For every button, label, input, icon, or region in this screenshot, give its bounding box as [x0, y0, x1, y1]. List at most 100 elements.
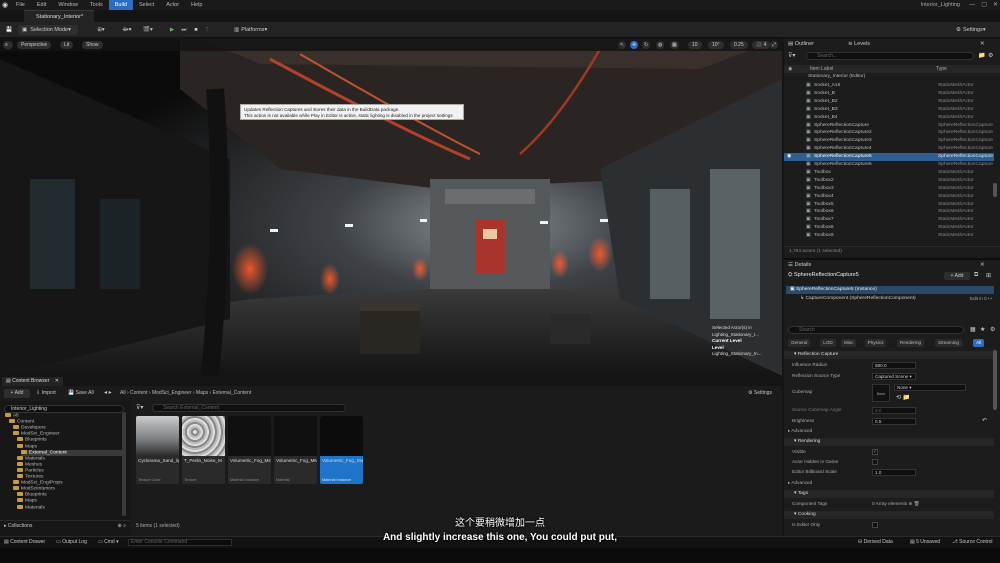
- tab-levels[interactable]: ≋ Levels: [848, 39, 870, 49]
- reset-icon[interactable]: ↶: [982, 417, 987, 424]
- filter-tab-lod[interactable]: LOD: [820, 339, 836, 347]
- camera-speed[interactable]: 🎥 4: [752, 41, 771, 49]
- unreal-logo-icon[interactable]: ◉: [0, 0, 10, 10]
- edit-cpp-link[interactable]: Edit in C++: [970, 295, 993, 303]
- close-tab-icon[interactable]: ✕: [55, 378, 59, 384]
- outliner-root-row[interactable]: Stationary_Interior (Editor): [784, 73, 994, 81]
- play-icon[interactable]: ▶: [168, 25, 176, 35]
- save-icon[interactable]: 💾: [4, 25, 14, 35]
- add-element-icon[interactable]: ⊕: [909, 501, 913, 506]
- outliner-row[interactable]: ▣ Socket_B2 StaticMeshActor: [784, 98, 994, 106]
- filter-tab-rendering[interactable]: Rendering: [896, 339, 925, 347]
- asset-tile[interactable]: Cyclorama_Sand_light_2k Texture Cube: [136, 416, 179, 484]
- add-content-icon[interactable]: ⊞▾: [92, 25, 110, 35]
- perspective-button[interactable]: Perspective: [17, 41, 52, 49]
- filter-tab-all[interactable]: All: [973, 339, 985, 347]
- outliner-search-input[interactable]: Search...: [806, 52, 974, 60]
- translate-icon[interactable]: ✥: [630, 41, 639, 49]
- tab-outliner[interactable]: ▤ Outliner: [788, 39, 814, 49]
- tree-search[interactable]: Interior_Lighting: [4, 405, 124, 413]
- show-button[interactable]: Show: [82, 41, 103, 49]
- menu-select[interactable]: Select: [133, 0, 160, 10]
- browse-icon[interactable]: ⟲ 📁: [896, 394, 910, 401]
- menu-window[interactable]: Window: [52, 0, 84, 10]
- outliner-row[interactable]: ▣ Toolbox4 StaticMeshActor: [784, 193, 994, 201]
- blueprint-icon[interactable]: ⧉: [974, 272, 978, 279]
- outliner-settings-icon[interactable]: ⚙: [988, 52, 993, 59]
- maximize-icon[interactable]: ▢: [981, 0, 987, 10]
- surface-snap-icon[interactable]: ▦: [670, 41, 679, 49]
- breadcrumb-item[interactable]: ModSci_Engineer: [152, 390, 191, 396]
- outliner-row[interactable]: ▣ Toolbox9 StaticMeshActor: [784, 232, 994, 240]
- play-options-icon[interactable]: ⋮: [203, 25, 211, 35]
- section-tags[interactable]: ▾ Tags: [784, 490, 994, 498]
- outliner-row[interactable]: ▣ Toolbox7 StaticMeshActor: [784, 216, 994, 224]
- menu-build[interactable]: Build: [108, 0, 133, 10]
- tab-details[interactable]: ☰ Details: [788, 260, 811, 270]
- outliner-row[interactable]: ▣ Toolbox6 StaticMeshActor: [784, 208, 994, 216]
- save-all-button[interactable]: 💾 Save All: [68, 389, 94, 398]
- billboard-scale-input[interactable]: 1.0: [872, 469, 916, 476]
- filter-tab-general[interactable]: General: [788, 339, 811, 347]
- outliner-row[interactable]: ▣ Toolbox5 StaticMeshActor: [784, 201, 994, 209]
- asset-tile[interactable]: Volumetric_Fog_Mstat Material Instance: [228, 416, 271, 484]
- asset-tile[interactable]: T_Perlin_Noise_M Texture: [182, 416, 225, 484]
- outliner-row[interactable]: ▣ SphereReflectionCapture SphereReflection…: [784, 122, 994, 130]
- advanced-expander[interactable]: ▸ Advanced: [788, 479, 812, 487]
- advanced-expander[interactable]: ▸ Advanced: [788, 427, 812, 435]
- asset-search-input[interactable]: Search External_Content: [152, 404, 346, 412]
- visible-checkbox[interactable]: ✓: [872, 449, 878, 455]
- folder-tree-item[interactable]: Materials: [17, 504, 45, 511]
- menu-actor[interactable]: Actor: [160, 0, 185, 10]
- column-type[interactable]: Type: [936, 65, 947, 73]
- cubemap-angle-input[interactable]: 0.0: [872, 407, 916, 414]
- filter-icon[interactable]: ⊽▾: [788, 52, 795, 59]
- outliner-row[interactable]: ▣ Socket_A16 StaticMeshActor: [784, 82, 994, 90]
- details-search-input[interactable]: Search: [788, 326, 964, 334]
- close-icon[interactable]: ✕: [993, 0, 998, 10]
- component-row[interactable]: ↳ CaptureComponent (SphereReflectionComp…: [800, 295, 916, 303]
- platforms-dropdown[interactable]: ▥ Platforms ▾: [232, 25, 278, 35]
- add-button[interactable]: + Add: [4, 389, 30, 398]
- menu-help[interactable]: Help: [185, 0, 208, 10]
- tree-scrollbar[interactable]: [122, 412, 126, 516]
- outliner-row[interactable]: ▣ Socket_B4 StaticMeshActor: [784, 114, 994, 122]
- tab-stationary-interior[interactable]: Stationary_Interior*: [24, 10, 94, 22]
- import-button[interactable]: ⇩ Import: [36, 389, 56, 398]
- minimize-icon[interactable]: —: [969, 0, 975, 10]
- close-panel-icon[interactable]: ✕: [980, 39, 985, 49]
- close-details-icon[interactable]: ✕: [980, 260, 985, 270]
- cubemap-thumbnail[interactable]: None: [872, 384, 890, 402]
- grid-snap-value[interactable]: 10: [688, 41, 702, 49]
- visibility-eye-icon[interactable]: ◉: [787, 153, 791, 161]
- menu-file[interactable]: File: [10, 0, 31, 10]
- select-mode-icon[interactable]: ↖: [618, 41, 627, 49]
- filter-icon[interactable]: ⊽▾: [136, 404, 143, 411]
- add-component-button[interactable]: + Add: [944, 272, 970, 280]
- pin-icon[interactable]: ⊞: [986, 272, 991, 279]
- breadcrumb-item[interactable]: Maps: [196, 390, 208, 396]
- brightness-input[interactable]: 0.5: [872, 418, 916, 425]
- menu-edit[interactable]: Edit: [31, 0, 52, 10]
- filter-tab-misc[interactable]: Misc: [841, 339, 857, 347]
- asset-tile[interactable]: Volumetric_Fog_Stationary_MInst Material …: [320, 416, 363, 484]
- filter-tab-streaming[interactable]: Streaming: [935, 339, 962, 347]
- cubemap-dropdown[interactable]: None ▾: [894, 384, 966, 391]
- outliner-row[interactable]: ▣ Toolbox3 StaticMeshActor: [784, 185, 994, 193]
- cinematics-icon[interactable]: 🎬▾: [140, 25, 156, 35]
- instance-row[interactable]: ▣ SphereReflectionCapture5 (Instance): [786, 286, 994, 294]
- outliner-row[interactable]: ▣ Socket_B3 StaticMeshActor: [784, 106, 994, 114]
- details-settings-icon[interactable]: ⚙: [990, 326, 995, 333]
- scale-snap-value[interactable]: 0.25: [730, 41, 748, 49]
- level-viewport[interactable]: [0, 39, 782, 376]
- stop-icon[interactable]: ■: [192, 25, 200, 35]
- details-scrollbar[interactable]: [993, 350, 997, 410]
- step-icon[interactable]: ⏭: [180, 25, 188, 35]
- outliner-row[interactable]: ▣ SphereReflectionCapture2 SphereReflectio…: [784, 129, 994, 137]
- rotate-icon[interactable]: ↻: [642, 41, 651, 49]
- influence-radius-input[interactable]: 580.0: [872, 362, 916, 369]
- column-item-label[interactable]: Item Label: [810, 65, 833, 73]
- outliner-row[interactable]: ▣ SphereReflectionCapture4 SphereReflectio…: [784, 145, 994, 153]
- outliner-row[interactable]: ▣ Toolbox8 StaticMeshActor: [784, 224, 994, 232]
- breadcrumb-item[interactable]: External_Content: [213, 390, 252, 396]
